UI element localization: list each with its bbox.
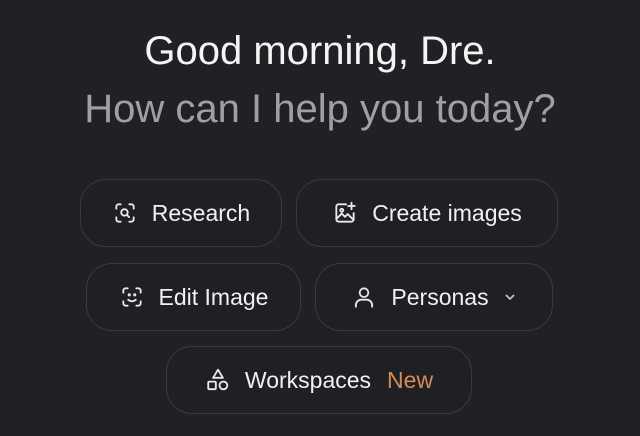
workspaces-label: Workspaces [244,366,372,393]
shapes-icon [205,367,231,393]
new-badge: New [387,366,434,393]
create-images-label: Create images [372,199,522,226]
workspaces-button[interactable]: Workspaces New [166,346,472,414]
research-button[interactable]: Research [80,179,282,247]
edit-image-button[interactable]: Edit Image [86,263,301,331]
personas-dropdown[interactable]: Personas [315,263,553,331]
greeting-subtitle: How can I help you today? [84,87,556,131]
greeting-title: Good morning, Dre. [144,29,496,73]
search-focus-icon [112,200,138,226]
create-images-button[interactable]: Create images [296,179,558,247]
personas-label: Personas [391,283,489,310]
person-icon [351,284,377,310]
chevron-down-icon [503,290,517,304]
face-scan-icon [119,284,145,310]
edit-image-label: Edit Image [158,283,269,310]
research-label: Research [151,199,251,226]
image-sparkle-icon [332,200,358,226]
